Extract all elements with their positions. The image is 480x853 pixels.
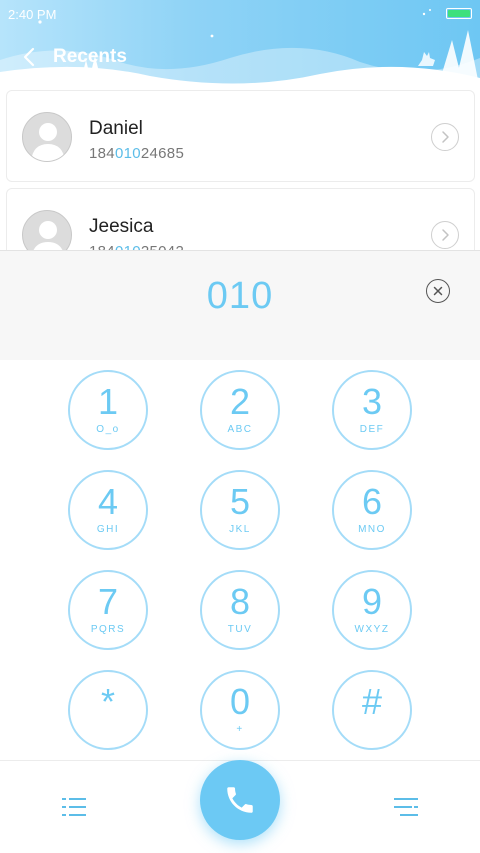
avatar (22, 112, 72, 162)
key-1[interactable]: 1 O_o (68, 370, 148, 450)
back-button[interactable] (18, 44, 40, 70)
contact-card-daniel[interactable]: Daniel 18401024685 (6, 90, 475, 182)
chevron-right-icon (442, 131, 449, 143)
number-match-highlight: 010 (115, 243, 141, 250)
key-0[interactable]: 0 + (200, 670, 280, 750)
app-header: 2:40 PM Recents (0, 0, 480, 88)
keypad: 1 O_o 2 ABC 3 DEF 4 GHI 5 JKL 6 MNO 7 PQRS 8 TUV… (0, 360, 480, 760)
battery-icon (446, 8, 472, 19)
person-silhouette-icon (33, 221, 63, 250)
call-button[interactable] (200, 760, 280, 840)
key-6[interactable]: 6 MNO (332, 470, 412, 550)
key-8[interactable]: 8 TUV (200, 570, 280, 650)
page-title: Recents (53, 46, 127, 67)
contact-card-jeesica[interactable]: Jeesica 18401025042 (6, 188, 475, 250)
key-2[interactable]: 2 ABC (200, 370, 280, 450)
key-4[interactable]: 4 GHI (68, 470, 148, 550)
winter-scene-background (0, 9, 480, 88)
dial-display: 010 (0, 250, 480, 360)
contact-number: 18401025042 (89, 243, 184, 250)
dialed-number: 010 (206, 275, 274, 317)
sort-menu-icon (394, 798, 418, 816)
key-hash[interactable]: # (332, 670, 412, 750)
clear-circle-x-icon (433, 286, 443, 296)
chevron-left-icon (23, 47, 35, 67)
key-7[interactable]: 7 PQRS (68, 570, 148, 650)
person-silhouette-icon (31, 123, 65, 161)
menu-list-button[interactable] (60, 795, 88, 819)
recents-list: Daniel 18401024685 Jeesica 18401025042 (0, 88, 480, 250)
status-time: 2:40 PM (8, 7, 57, 22)
contact-detail-button[interactable] (431, 123, 459, 151)
sort-button[interactable] (392, 795, 420, 819)
key-star[interactable]: * (68, 670, 148, 750)
chevron-right-icon (442, 229, 449, 241)
avatar (22, 210, 72, 250)
clear-button[interactable] (426, 279, 450, 303)
number-match-highlight: 010 (114, 145, 141, 162)
key-9[interactable]: 9 WXYZ (332, 570, 412, 650)
list-menu-icon (62, 798, 86, 816)
contact-number: 18401024685 (89, 145, 185, 162)
key-3[interactable]: 3 DEF (332, 370, 412, 450)
contact-name: Jeesica (89, 216, 154, 237)
contact-name: Daniel (89, 118, 143, 139)
key-5[interactable]: 5 JKL (200, 470, 280, 550)
phone-icon (227, 787, 253, 813)
contact-detail-button[interactable] (431, 221, 459, 249)
